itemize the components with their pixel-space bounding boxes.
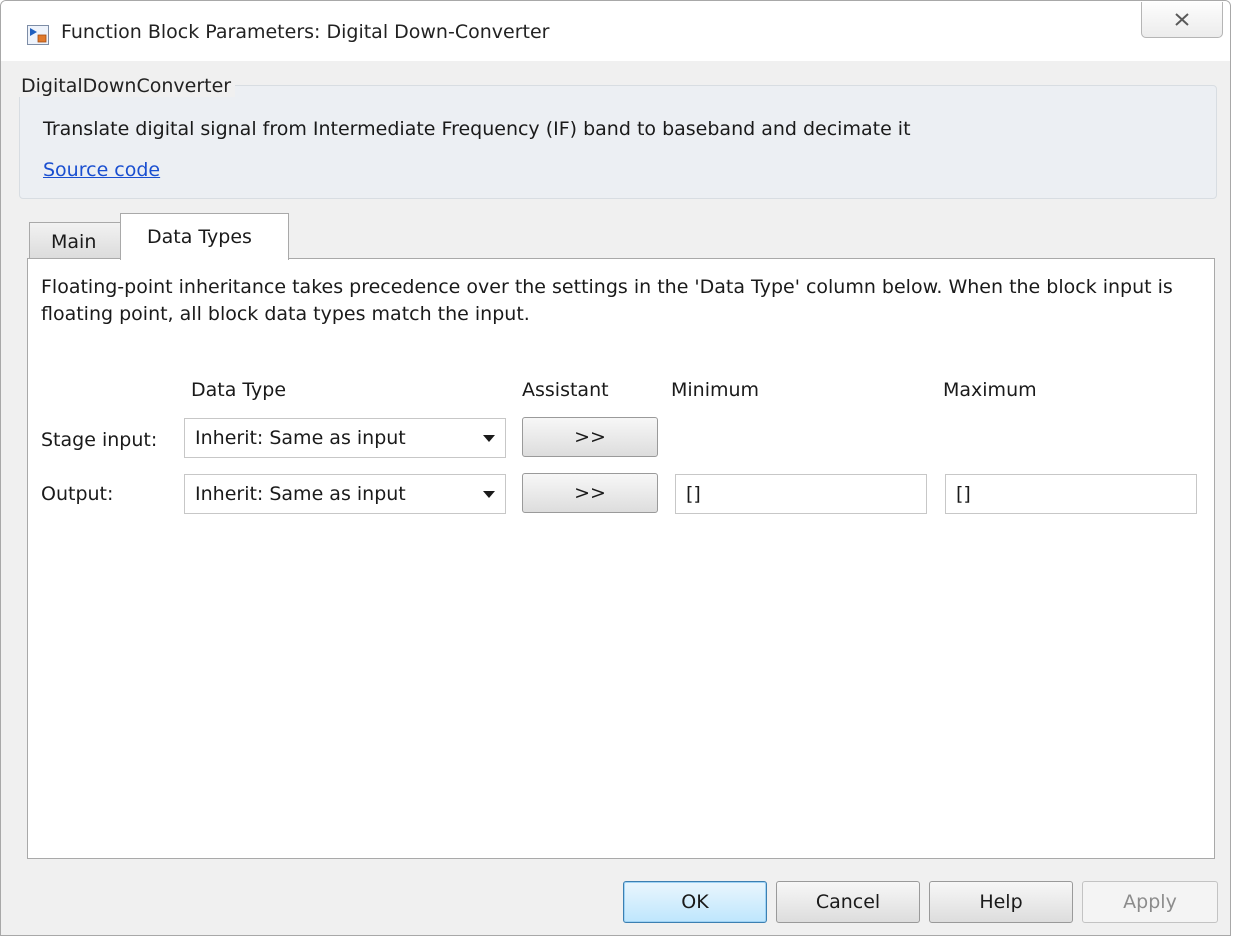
- ok-button-label: OK: [681, 891, 709, 913]
- tab-main[interactable]: Main: [29, 222, 121, 258]
- column-header-minimum: Minimum: [671, 379, 760, 401]
- cancel-button[interactable]: Cancel: [776, 881, 920, 923]
- help-button[interactable]: Help: [929, 881, 1073, 923]
- tab-data-types-label: Data Types: [147, 226, 252, 248]
- stage-input-data-type-value: Inherit: Same as input: [195, 427, 406, 449]
- source-code-link[interactable]: Source code: [43, 159, 160, 181]
- ok-button[interactable]: OK: [623, 881, 767, 923]
- precedence-note: Floating-point inheritance takes precede…: [41, 276, 1173, 325]
- simulink-block-icon: [27, 25, 49, 45]
- apply-button[interactable]: Apply: [1082, 881, 1218, 923]
- title-bar[interactable]: Function Block Parameters: Digital Down-…: [1, 1, 1230, 61]
- block-description: Translate digital signal from Intermedia…: [43, 118, 911, 140]
- output-assistant-button[interactable]: >>: [522, 473, 658, 513]
- tab-data-types[interactable]: Data Types: [120, 213, 289, 260]
- close-icon: [1175, 13, 1189, 26]
- column-header-data-type: Data Type: [191, 379, 287, 401]
- close-button[interactable]: [1141, 2, 1223, 38]
- stage-input-label: Stage input:: [41, 429, 158, 451]
- output-minimum-value: []: [686, 483, 701, 505]
- dialog-window: Function Block Parameters: Digital Down-…: [0, 0, 1231, 936]
- output-label: Output:: [41, 483, 114, 505]
- column-header-maximum: Maximum: [943, 379, 1037, 401]
- stage-input-assistant-label: >>: [574, 426, 606, 448]
- output-maximum-value: []: [956, 483, 971, 505]
- stage-input-assistant-button[interactable]: >>: [522, 417, 658, 457]
- cancel-button-label: Cancel: [815, 891, 881, 913]
- output-assistant-label: >>: [574, 482, 606, 504]
- block-description-group: [19, 85, 1217, 199]
- chevron-down-icon: [483, 491, 495, 498]
- chevron-down-icon: [483, 435, 495, 442]
- window-title: Function Block Parameters: Digital Down-…: [61, 21, 550, 43]
- tab-panel: [27, 258, 1215, 859]
- tab-main-label: Main: [51, 231, 97, 253]
- block-name: DigitalDownConverter: [17, 75, 236, 97]
- output-data-type-value: Inherit: Same as input: [195, 483, 406, 505]
- stage-input-data-type-select[interactable]: Inherit: Same as input: [184, 418, 506, 458]
- output-maximum-input[interactable]: []: [945, 474, 1197, 514]
- output-data-type-select[interactable]: Inherit: Same as input: [184, 474, 506, 514]
- help-button-label: Help: [979, 891, 1023, 913]
- column-header-assistant: Assistant: [522, 379, 609, 401]
- output-minimum-input[interactable]: []: [675, 474, 927, 514]
- apply-button-label: Apply: [1123, 891, 1177, 913]
